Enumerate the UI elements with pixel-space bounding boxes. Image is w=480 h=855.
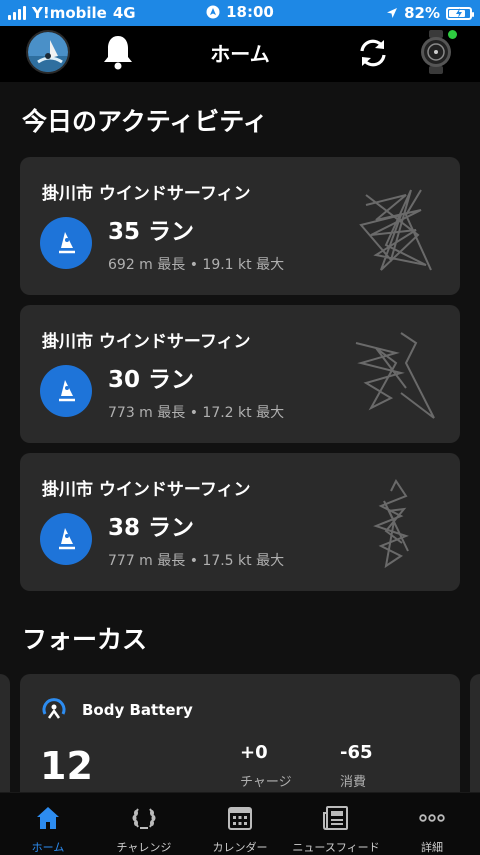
nav-label: カレンダー xyxy=(212,841,268,854)
status-right: 82% xyxy=(386,4,474,22)
activity-runs: 30 ラン xyxy=(108,367,195,393)
body-battery-value: 12 xyxy=(40,744,93,788)
gps-track-icon xyxy=(355,332,435,419)
gps-track-icon xyxy=(359,189,432,271)
body-battery-title: Body Battery xyxy=(82,701,193,719)
location-lock-icon xyxy=(206,5,220,19)
news-icon xyxy=(323,806,348,830)
nav-label: チャレンジ xyxy=(116,841,172,854)
app-bar: ホーム xyxy=(0,26,480,82)
activity-card[interactable]: 掛川市 ウインドサーフィン 38 ラン 777 m 最長 • 17.5 kt 最… xyxy=(20,453,460,591)
calendar-icon xyxy=(228,807,252,830)
device-connected-dot xyxy=(448,30,457,39)
windsurf-icon xyxy=(40,513,92,565)
drain-label: 消費 xyxy=(340,775,367,790)
gps-track-icon xyxy=(373,479,409,569)
nav-calendar[interactable]: カレンダー xyxy=(192,799,288,855)
activities-section-title: 今日のアクティビティ xyxy=(22,107,268,136)
nav-label: 詳細 xyxy=(421,841,443,854)
nav-home[interactable]: ホーム xyxy=(0,799,96,855)
home-icon xyxy=(37,807,59,829)
charge-label: チャージ xyxy=(240,775,292,790)
windsurf-icon xyxy=(40,365,92,417)
activity-title: 掛川市 ウインドサーフィン xyxy=(42,184,251,204)
activity-runs: 38 ラン xyxy=(108,515,195,541)
laurel-icon xyxy=(132,808,156,829)
focus-section-title: フォーカス xyxy=(22,625,148,654)
sync-icon[interactable] xyxy=(354,34,392,72)
nav-label: ニュースフィード xyxy=(292,841,380,854)
activity-card[interactable]: 掛川市 ウインドサーフィン 30 ラン 773 m 最長 • 17.2 kt 最… xyxy=(20,305,460,443)
nav-challenges[interactable]: チャレンジ xyxy=(96,799,192,855)
nav-more[interactable]: 詳細 xyxy=(384,799,480,855)
charge-value: +0 xyxy=(240,742,268,763)
activity-runs: 35 ラン xyxy=(108,219,195,245)
activity-title: 掛川市 ウインドサーフィン xyxy=(42,332,251,352)
activity-stats: 773 m 最長 • 17.2 kt 最大 xyxy=(108,405,285,421)
battery-percent: 82% xyxy=(404,4,440,22)
activity-stats: 692 m 最長 • 19.1 kt 最大 xyxy=(108,257,285,273)
more-icon xyxy=(419,814,445,822)
bottom-nav: ホーム チャレンジ カレンダー ニュースフィード 詳細 xyxy=(0,792,480,855)
activity-stats: 777 m 最長 • 17.5 kt 最大 xyxy=(108,553,285,569)
body-battery-icon xyxy=(42,698,66,719)
page-title: ホーム xyxy=(210,42,270,66)
battery-icon xyxy=(446,6,474,20)
status-bar: Y!mobile 4G 18:00 82% xyxy=(0,0,480,26)
nav-label: ホーム xyxy=(31,841,65,854)
location-arrow-icon xyxy=(387,8,398,18)
nav-newsfeed[interactable]: ニュースフィード xyxy=(288,799,384,855)
windsurf-icon xyxy=(40,217,92,269)
drain-value: -65 xyxy=(340,742,373,763)
clock: 18:00 xyxy=(226,3,274,21)
activity-title: 掛川市 ウインドサーフィン xyxy=(42,480,251,500)
activity-card[interactable]: 掛川市 ウインドサーフィン 35 ラン 692 m 最長 • 19.1 kt 最… xyxy=(20,157,460,295)
